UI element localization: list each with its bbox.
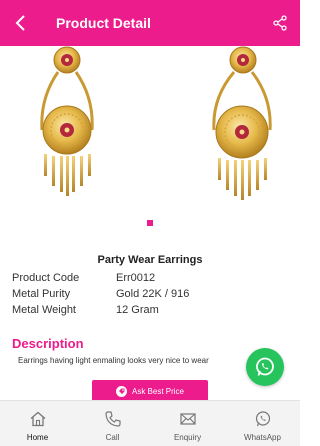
ask-best-price-label: Ask Best Price	[131, 386, 184, 396]
spec-value: Err0012	[116, 272, 156, 284]
phone-icon	[104, 411, 121, 427]
description-heading: Description	[12, 336, 84, 351]
spec-row-product-code: Product Code Err0012	[12, 270, 292, 286]
spec-label: Product Code	[12, 272, 80, 284]
spec-row-metal-purity: Metal Purity Gold 22K / 916	[12, 286, 292, 302]
price-tag-icon	[115, 385, 127, 397]
nav-label-home: Home	[26, 433, 49, 442]
whatsapp-floating-button[interactable]	[246, 348, 284, 386]
mail-icon	[179, 413, 196, 425]
nav-label-call: Call	[105, 433, 120, 442]
bottom-navigation: Home Call Enquiry WhatsApp	[0, 400, 300, 446]
nav-item-call[interactable]: Call	[75, 401, 150, 446]
whatsapp-icon	[256, 357, 274, 376]
nav-item-whatsapp[interactable]: WhatsApp	[225, 401, 300, 446]
back-button[interactable]	[0, 0, 40, 46]
pager-dot-active[interactable]	[147, 220, 153, 226]
spec-label: Metal Purity	[12, 288, 71, 300]
nav-label-enquiry: Enquiry	[173, 433, 202, 442]
left-earring	[40, 46, 94, 196]
nav-label-whatsapp: WhatsApp	[244, 433, 281, 442]
earrings-image	[40, 46, 272, 200]
product-name: Party Wear Earrings	[97, 254, 203, 266]
whatsapp-icon	[255, 411, 270, 427]
nav-item-home[interactable]: Home	[0, 401, 75, 446]
spec-value: Gold 22K / 916	[116, 288, 190, 300]
chevron-left-icon	[15, 15, 25, 31]
spec-value: 12 Gram	[116, 304, 159, 316]
right-earring	[212, 46, 272, 200]
ask-best-price-button[interactable]: Ask Best Price	[92, 380, 208, 402]
spec-label: Metal Weight	[12, 304, 76, 316]
share-icon	[273, 15, 287, 31]
nav-item-enquiry[interactable]: Enquiry	[150, 401, 225, 446]
app-header: Product Detail	[0, 0, 300, 46]
product-image[interactable]	[0, 46, 300, 208]
spec-table: Product Code Err0012 Metal Purity Gold 2…	[12, 270, 292, 318]
spec-row-metal-weight: Metal Weight 12 Gram	[12, 302, 292, 318]
home-icon	[30, 411, 45, 427]
page-title: Product Detail	[56, 15, 151, 31]
share-button[interactable]	[260, 0, 300, 46]
image-pager	[0, 220, 300, 226]
